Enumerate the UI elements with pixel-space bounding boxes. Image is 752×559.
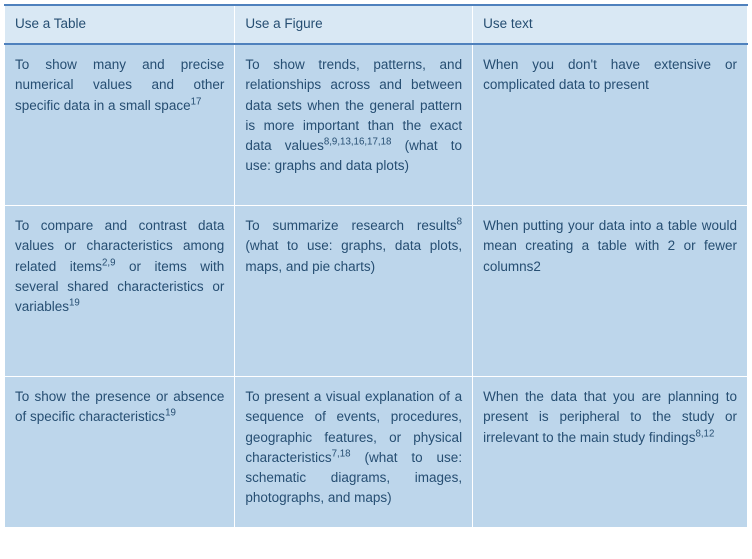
cell-table-r1: To show many and precise numerical value… (5, 44, 235, 206)
cell-figure-r2: To summarize research results8 (what to … (235, 206, 473, 377)
body-row: To compare and contrast data values or c… (5, 206, 748, 377)
cell-text-r2: When putting your data into a table woul… (473, 206, 748, 377)
body-row: To show many and precise numerical value… (5, 44, 748, 206)
body-row: To show the presence or absence of speci… (5, 377, 748, 528)
header-use-figure: Use a Figure (235, 5, 473, 44)
cell-figure-r1: To show trends, patterns, and relationsh… (235, 44, 473, 206)
cell-text-r3: When the data that you are planning to p… (473, 377, 748, 528)
header-row: Use a Table Use a Figure Use text (5, 5, 748, 44)
comparison-table: Use a Table Use a Figure Use text To sho… (4, 4, 748, 528)
cell-figure-r3: To present a visual explanation of a seq… (235, 377, 473, 528)
cell-text-r1: When you don't have extensive or complic… (473, 44, 748, 206)
header-use-table: Use a Table (5, 5, 235, 44)
cell-table-r2: To compare and contrast data values or c… (5, 206, 235, 377)
header-use-text: Use text (473, 5, 748, 44)
cell-table-r3: To show the presence or absence of speci… (5, 377, 235, 528)
